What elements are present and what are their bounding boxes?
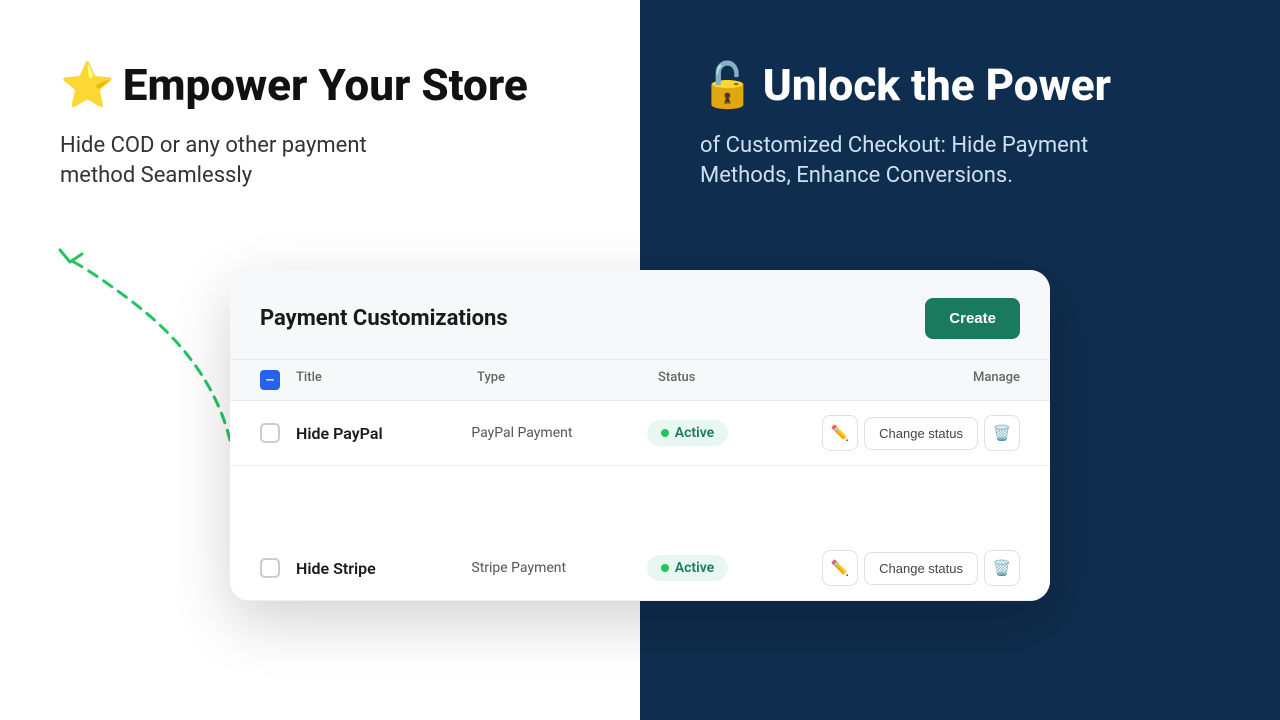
row-checkbox-paypal[interactable]	[260, 423, 280, 443]
lock-icon: 🔓	[700, 60, 755, 111]
status-label-paypal: Active	[675, 425, 714, 441]
right-subtitle: of Customized Checkout: Hide Payment Met…	[700, 131, 1120, 193]
delete-button-stripe[interactable]: 🗑️	[984, 550, 1020, 586]
change-status-button-paypal[interactable]: Change status	[864, 417, 978, 450]
delete-button-paypal[interactable]: 🗑️	[984, 415, 1020, 451]
status-label-stripe: Active	[675, 560, 714, 576]
change-status-button-stripe[interactable]: Change status	[864, 552, 978, 585]
manage-cell-stripe: ✏️ Change status 🗑️	[822, 550, 1020, 586]
left-title: ⭐ Empower Your Store	[60, 60, 590, 111]
star-icon: ⭐	[60, 60, 115, 111]
col-title: Title	[296, 370, 477, 390]
col-manage: Manage	[839, 370, 1020, 390]
card-title: Payment Customizations	[260, 306, 508, 331]
col-type: Type	[477, 370, 658, 390]
card-header: Payment Customizations Create	[230, 270, 1050, 360]
right-title-text: Unlock the Power	[763, 60, 1111, 111]
table-row-stripe: Hide Stripe Stripe Payment Active ✏️ Cha…	[230, 536, 1050, 601]
table-header: Title Type Status Manage	[230, 360, 1050, 401]
row-type-paypal: PayPal Payment	[471, 425, 646, 441]
table-row: Hide PayPal PayPal Payment Active ✏️ Cha…	[230, 401, 1050, 466]
status-badge-paypal: Active	[647, 420, 822, 446]
status-dot	[661, 429, 669, 437]
right-title: 🔓 Unlock the Power	[700, 60, 1230, 111]
row-checkbox-stripe[interactable]	[260, 558, 280, 578]
row-title-paypal: Hide PayPal	[296, 424, 471, 443]
row-type-stripe: Stripe Payment	[471, 560, 646, 576]
header-checkbox[interactable]	[260, 370, 280, 390]
arrow-decoration	[50, 240, 250, 460]
edit-button-stripe[interactable]: ✏️	[822, 550, 858, 586]
row-title-stripe: Hide Stripe	[296, 559, 471, 578]
payment-customizations-card: Payment Customizations Create Title Type…	[230, 270, 1050, 601]
edit-button-paypal[interactable]: ✏️	[822, 415, 858, 451]
create-button[interactable]: Create	[925, 298, 1020, 339]
highlighted-row-spacer: Hide COD Cash on Delivery Active ✏️ Chan…	[230, 466, 1050, 536]
left-title-text: Empower Your Store	[123, 60, 528, 111]
col-status: Status	[658, 370, 839, 390]
rows-container: Hide PayPal PayPal Payment Active ✏️ Cha…	[230, 401, 1050, 601]
left-subtitle: Hide COD or any other payment method Sea…	[60, 131, 400, 193]
status-badge-stripe: Active	[647, 555, 822, 581]
status-dot-stripe	[661, 564, 669, 572]
manage-cell-paypal: ✏️ Change status 🗑️	[822, 415, 1020, 451]
